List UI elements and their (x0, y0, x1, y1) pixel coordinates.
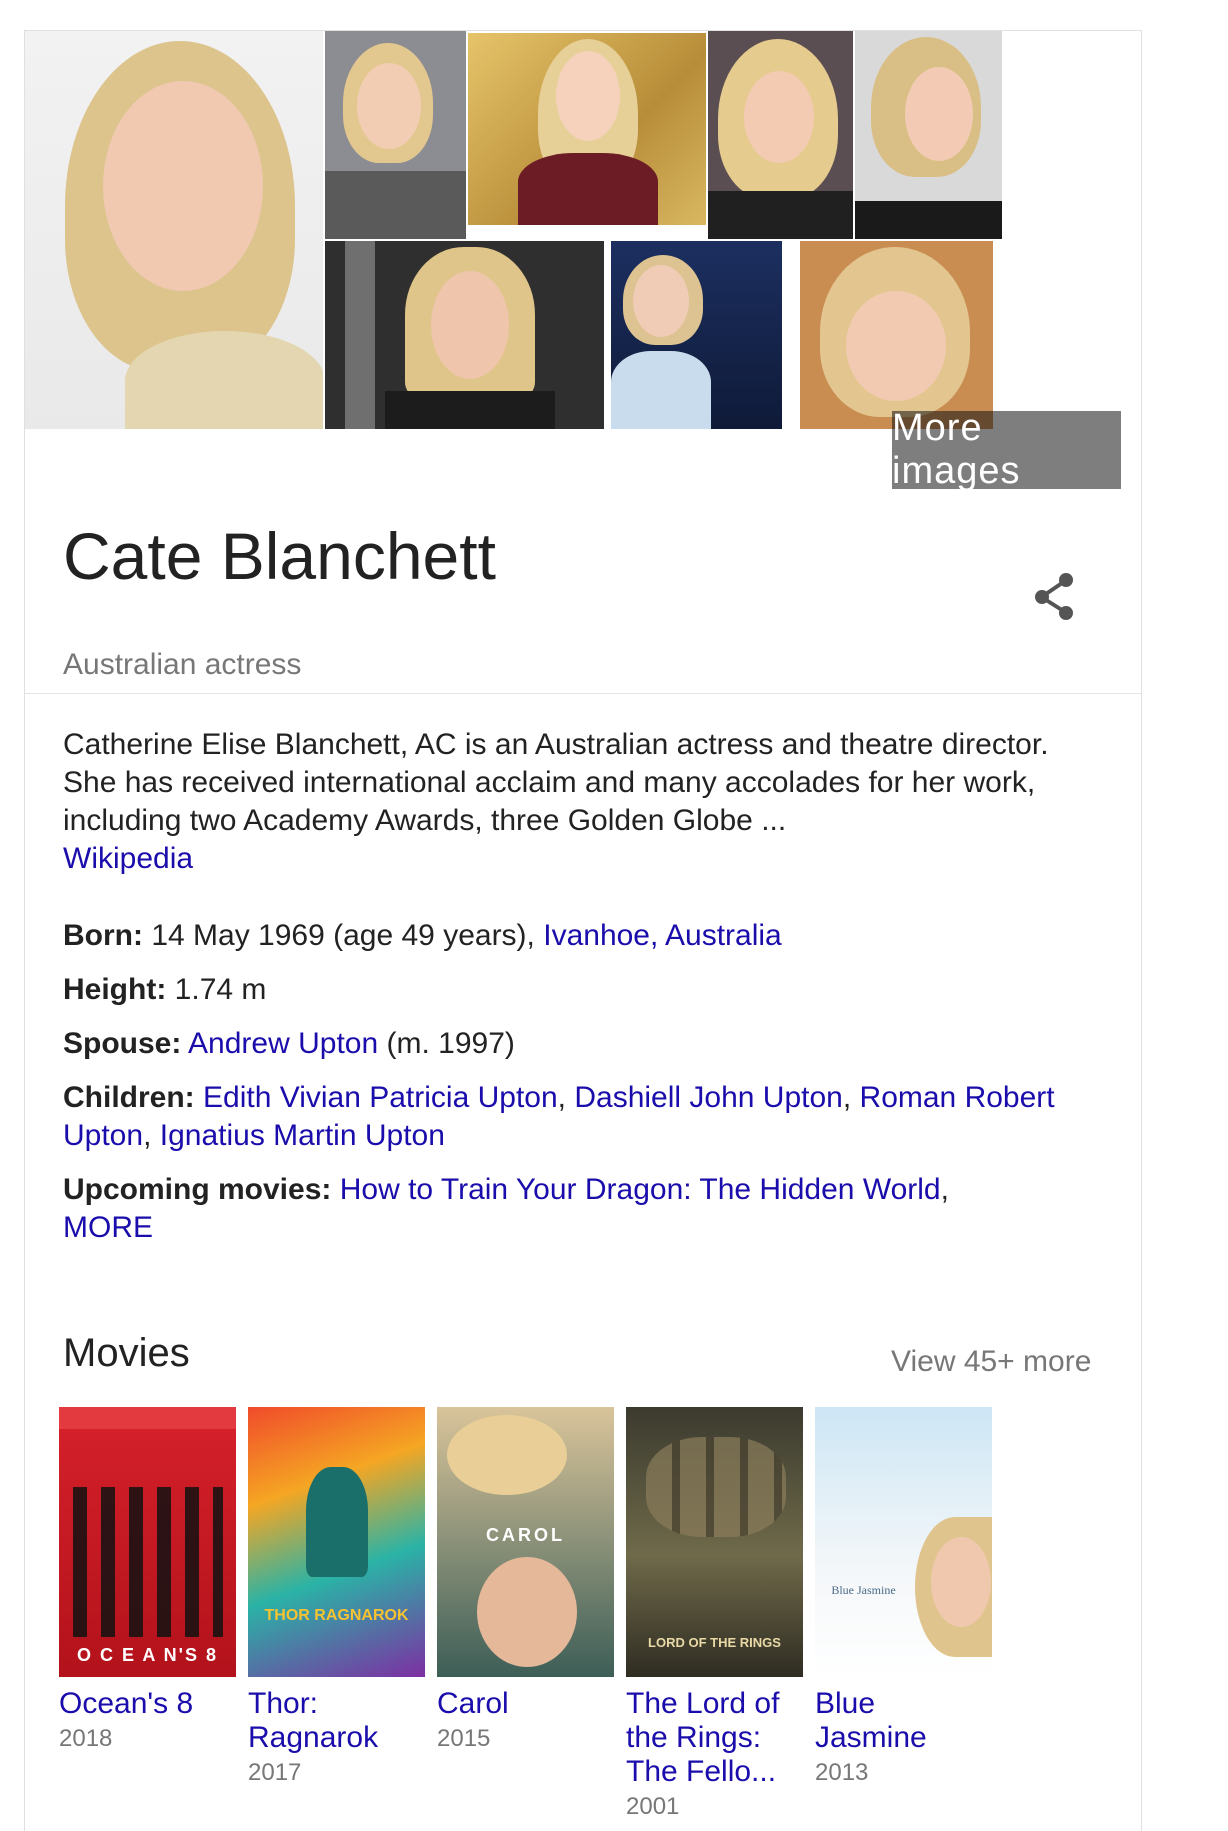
movie-poster[interactable]: CAROL (437, 1407, 614, 1677)
main-photo[interactable] (25, 31, 323, 429)
movies-heading: Movies (63, 1331, 190, 1375)
fact-height: Height: 1.74 m (63, 971, 1123, 1009)
movie-title[interactable]: The Lord of the Rings: The Fello... (626, 1687, 806, 1789)
separator: , (143, 1119, 152, 1152)
fact-label: Upcoming movies: (63, 1173, 332, 1206)
more-images-label: More images (892, 407, 1021, 492)
poster-title: THOR RAGNAROK (264, 1607, 409, 1624)
movie-year: 2001 (626, 1793, 680, 1820)
wikipedia-link[interactable]: Wikipedia (63, 842, 193, 875)
facts-list: Born: 14 May 1969 (age 49 years), Ivanho… (63, 917, 1123, 1263)
poster-title: O C E A N'S 8 (77, 1645, 218, 1665)
fact-label: Height: (63, 973, 167, 1006)
fact-label: Children: (63, 1081, 195, 1114)
child-link[interactable]: Dashiell John Upton (574, 1081, 843, 1114)
movie-year: 2017 (248, 1759, 302, 1786)
photo-6[interactable] (325, 241, 604, 429)
movie-year: 2015 (437, 1725, 491, 1752)
movie-card[interactable]: O C E A N'S 8 Ocean's 8 2018 (59, 1407, 239, 1753)
more-images-button[interactable]: More images (892, 407, 1121, 492)
page-title: Cate Blanchett (63, 519, 496, 593)
child-link[interactable]: Ignatius Martin Upton (160, 1119, 445, 1152)
movie-title[interactable]: Thor: Ragnarok (248, 1687, 428, 1755)
photo-8[interactable] (800, 241, 993, 429)
entity-description: Catherine Elise Blanchett, AC is an Aust… (63, 726, 1103, 878)
section-divider (25, 693, 1141, 694)
description-text: Catherine Elise Blanchett, AC is an Aust… (63, 728, 1049, 837)
fact-children: Children: Edith Vivian Patricia Upton, D… (63, 1079, 1123, 1155)
more-link[interactable]: MORE (63, 1211, 153, 1244)
movie-title[interactable]: Blue Jasmine (815, 1687, 995, 1755)
fact-upcoming-movies: Upcoming movies: How to Train Your Drago… (63, 1171, 1123, 1247)
fact-born: Born: 14 May 1969 (age 49 years), Ivanho… (63, 917, 1123, 955)
movie-card[interactable]: LORD OF THE RINGS The Lord of the Rings:… (626, 1407, 806, 1821)
movie-poster[interactable]: THOR RAGNAROK (248, 1407, 425, 1677)
photo-4[interactable] (708, 31, 853, 239)
poster-title: LORD OF THE RINGS (648, 1635, 781, 1650)
movie-poster[interactable]: Blue Jasmine (815, 1407, 992, 1677)
fact-value: (m. 1997) (386, 1027, 515, 1060)
movie-card[interactable]: CAROL Carol 2015 (437, 1407, 617, 1753)
spouse-link[interactable]: Andrew Upton (188, 1027, 378, 1060)
movie-title[interactable]: Ocean's 8 (59, 1687, 239, 1721)
movie-poster[interactable]: O C E A N'S 8 (59, 1407, 236, 1677)
share-icon (1035, 573, 1073, 620)
upcoming-movie-link[interactable]: How to Train Your Dragon: The Hidden Wor… (340, 1173, 941, 1206)
movie-year: 2013 (815, 1759, 869, 1786)
movie-title[interactable]: Carol (437, 1687, 617, 1721)
photo-3[interactable] (468, 33, 706, 225)
photo-2[interactable] (325, 31, 466, 239)
poster-title: CAROL (486, 1525, 565, 1545)
fact-spouse: Spouse: Andrew Upton (m. 1997) (63, 1025, 1123, 1063)
fact-label: Born: (63, 919, 143, 952)
separator: , (940, 1173, 949, 1206)
photo-5[interactable] (855, 31, 1002, 239)
movie-year: 2018 (59, 1725, 113, 1752)
birthplace-link[interactable]: Ivanhoe, Australia (543, 919, 782, 952)
share-button[interactable] (1025, 567, 1085, 627)
photo-7[interactable] (611, 241, 782, 429)
knowledge-panel: More images Cate Blanchett Australian ac… (24, 30, 1142, 1831)
movie-poster[interactable]: LORD OF THE RINGS (626, 1407, 803, 1677)
movie-card[interactable]: THOR RAGNAROK Thor: Ragnarok 2017 (248, 1407, 428, 1787)
fact-value: 1.74 m (174, 973, 267, 1006)
fact-label: Spouse: (63, 1027, 182, 1060)
view-more-movies-link[interactable]: View 45+ more (891, 1345, 1091, 1379)
separator: , (842, 1081, 852, 1114)
fact-value: 14 May 1969 (age 49 years), (151, 919, 535, 952)
child-link[interactable]: Edith Vivian Patricia Upton (203, 1081, 558, 1114)
separator: , (557, 1081, 566, 1114)
poster-title: Blue Jasmine (831, 1583, 896, 1597)
entity-subtitle: Australian actress (63, 648, 302, 681)
movie-card[interactable]: Blue Jasmine Blue Jasmine 2013 (815, 1407, 995, 1787)
